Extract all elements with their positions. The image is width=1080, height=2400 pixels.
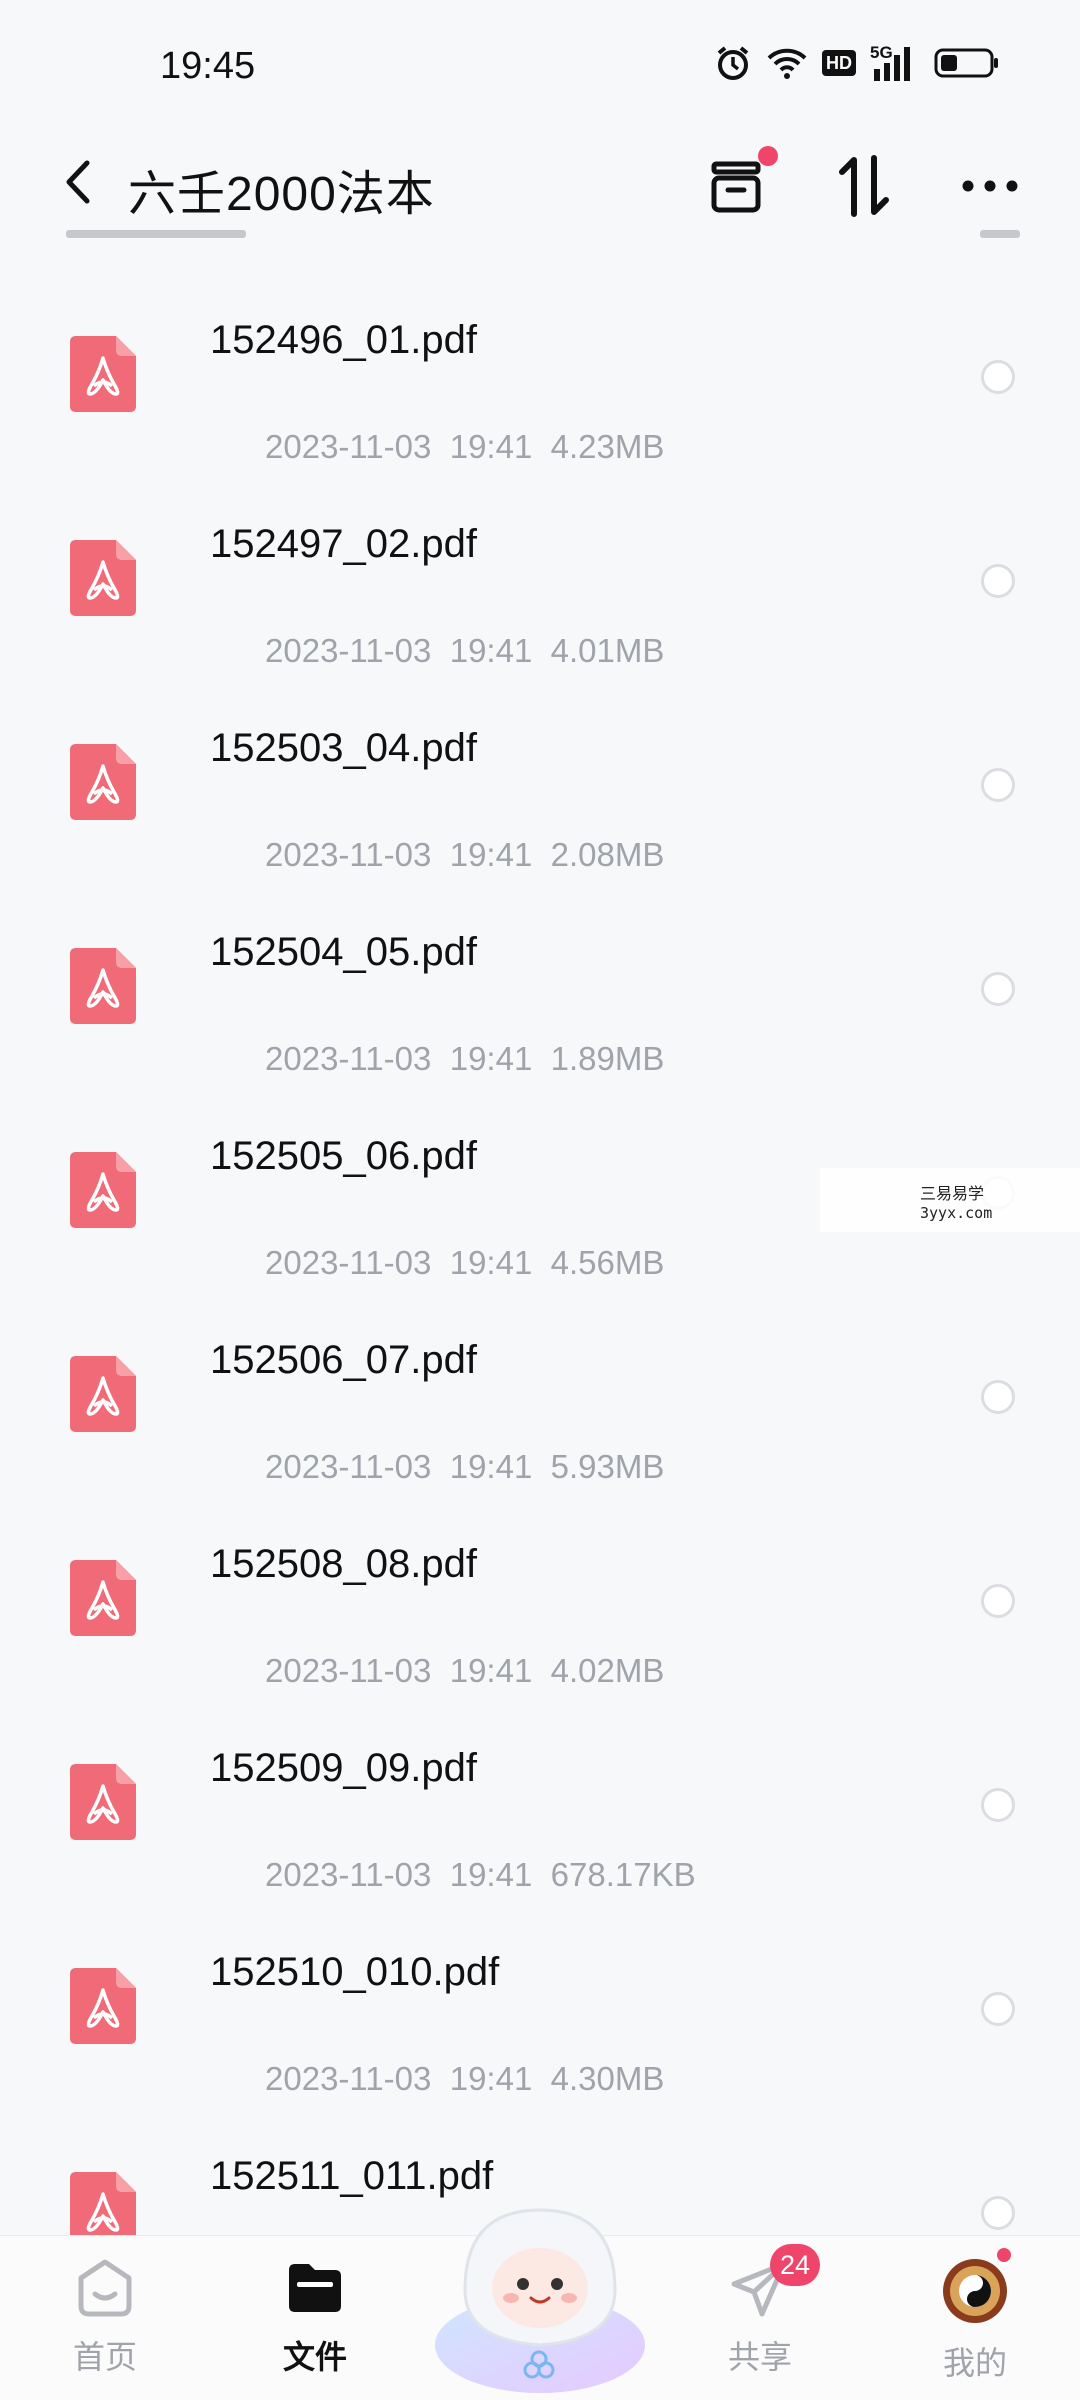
- file-name: 152509_09.pdf: [210, 1746, 477, 1790]
- 5g-signal-icon: 5G: [870, 43, 920, 81]
- file-name: 152496_01.pdf: [210, 318, 477, 362]
- file-name: 152497_02.pdf: [210, 522, 477, 566]
- archive-button[interactable]: [700, 146, 778, 222]
- file-list: 152496_01.pdf 2023-11-03 19:41 4.23MB 15…: [0, 240, 1080, 2235]
- nav-profile-label: 我的: [942, 2345, 1007, 2381]
- archive-icon: [711, 161, 761, 213]
- profile-dot: [995, 2246, 1013, 2264]
- select-checkbox[interactable]: [981, 1992, 1015, 2026]
- home-icon: [78, 2259, 132, 2317]
- select-checkbox[interactable]: [981, 564, 1015, 598]
- watermark-line2: 3yyx.com: [920, 1204, 993, 1222]
- watermark-line1: 三易易学: [920, 1184, 985, 1203]
- select-checkbox[interactable]: [981, 1788, 1015, 1822]
- file-name: 152508_08.pdf: [210, 1542, 477, 1586]
- hd-icon: HD: [822, 50, 856, 76]
- nav-files-label: 文件: [282, 2339, 347, 2375]
- battery-icon: [934, 48, 998, 78]
- page-title: 六壬2000法本: [128, 168, 435, 221]
- nav-profile[interactable]: 我的: [915, 2246, 1035, 2384]
- pdf-file-icon: [70, 2172, 136, 2235]
- mascot-button[interactable]: [425, 2170, 655, 2400]
- select-checkbox[interactable]: [981, 768, 1015, 802]
- nav-share[interactable]: 24 共享: [700, 2244, 821, 2378]
- pdf-file-icon: [70, 1152, 136, 1228]
- nav-share-label: 共享: [727, 2339, 792, 2375]
- select-checkbox[interactable]: [981, 1380, 1015, 1414]
- file-name: 152506_07.pdf: [210, 1338, 477, 1382]
- network-label: 5G: [870, 43, 893, 62]
- share-badge: 24: [770, 2244, 821, 2286]
- select-checkbox[interactable]: [981, 360, 1015, 394]
- file-name: 152505_06.pdf: [210, 1134, 477, 1178]
- file-name: 152504_05.pdf: [210, 930, 477, 974]
- back-icon: [66, 160, 90, 204]
- back-button[interactable]: [48, 152, 108, 212]
- more-icon: [962, 180, 1018, 192]
- pdf-file-icon: [70, 948, 136, 1024]
- pdf-file-icon: [70, 1560, 136, 1636]
- more-button[interactable]: [954, 150, 1026, 222]
- sort-icon: [839, 155, 889, 217]
- pdf-file-icon: [70, 1764, 136, 1840]
- file-row[interactable]: 152504_05.pdf 2023-11-03 19:41 1.89MB: [0, 852, 1080, 1077]
- file-row[interactable]: 152506_07.pdf 2023-11-03 19:41 5.93MB: [0, 1260, 1080, 1485]
- select-checkbox[interactable]: [981, 2196, 1015, 2230]
- pdf-file-icon: [70, 1356, 136, 1432]
- pdf-file-icon: [70, 744, 136, 820]
- status-icons: HD 5G: [714, 43, 1000, 82]
- select-checkbox[interactable]: [981, 1584, 1015, 1618]
- notification-dot: [758, 146, 778, 166]
- pdf-file-icon: [70, 540, 136, 616]
- pdf-file-icon: [70, 1968, 136, 2044]
- nav-home[interactable]: 首页: [45, 2256, 165, 2378]
- sort-button[interactable]: [828, 150, 900, 222]
- file-row[interactable]: 152510_010.pdf 2023-11-03 19:41 4.30MB: [0, 1872, 1080, 2097]
- file-name: 152510_010.pdf: [210, 1950, 500, 1994]
- status-bar: 19:45 HD 5G: [0, 0, 1080, 130]
- file-row[interactable]: 152496_01.pdf 2023-11-03 19:41 4.23MB: [0, 240, 1080, 465]
- status-time: 19:45: [160, 45, 256, 87]
- folder-icon: [289, 2264, 341, 2312]
- avatar-icon: [943, 2259, 1007, 2323]
- pdf-file-icon: [70, 336, 136, 412]
- alarm-icon: [717, 46, 749, 80]
- file-row[interactable]: 152497_02.pdf 2023-11-03 19:41 4.01MB: [0, 444, 1080, 669]
- mascot-icon: [435, 2208, 645, 2393]
- file-name: 152503_04.pdf: [210, 726, 477, 770]
- nav-files[interactable]: 文件: [255, 2256, 375, 2378]
- file-row[interactable]: 152509_09.pdf 2023-11-03 19:41 678.17KB: [0, 1668, 1080, 1893]
- file-row[interactable]: 152508_08.pdf 2023-11-03 19:41 4.02MB: [0, 1464, 1080, 1689]
- wifi-icon: [767, 48, 807, 79]
- nav-home-label: 首页: [72, 2339, 137, 2375]
- header: 六壬2000法本: [0, 130, 1080, 240]
- file-row[interactable]: 152503_04.pdf 2023-11-03 19:41 2.08MB: [0, 648, 1080, 873]
- select-checkbox[interactable]: [981, 972, 1015, 1006]
